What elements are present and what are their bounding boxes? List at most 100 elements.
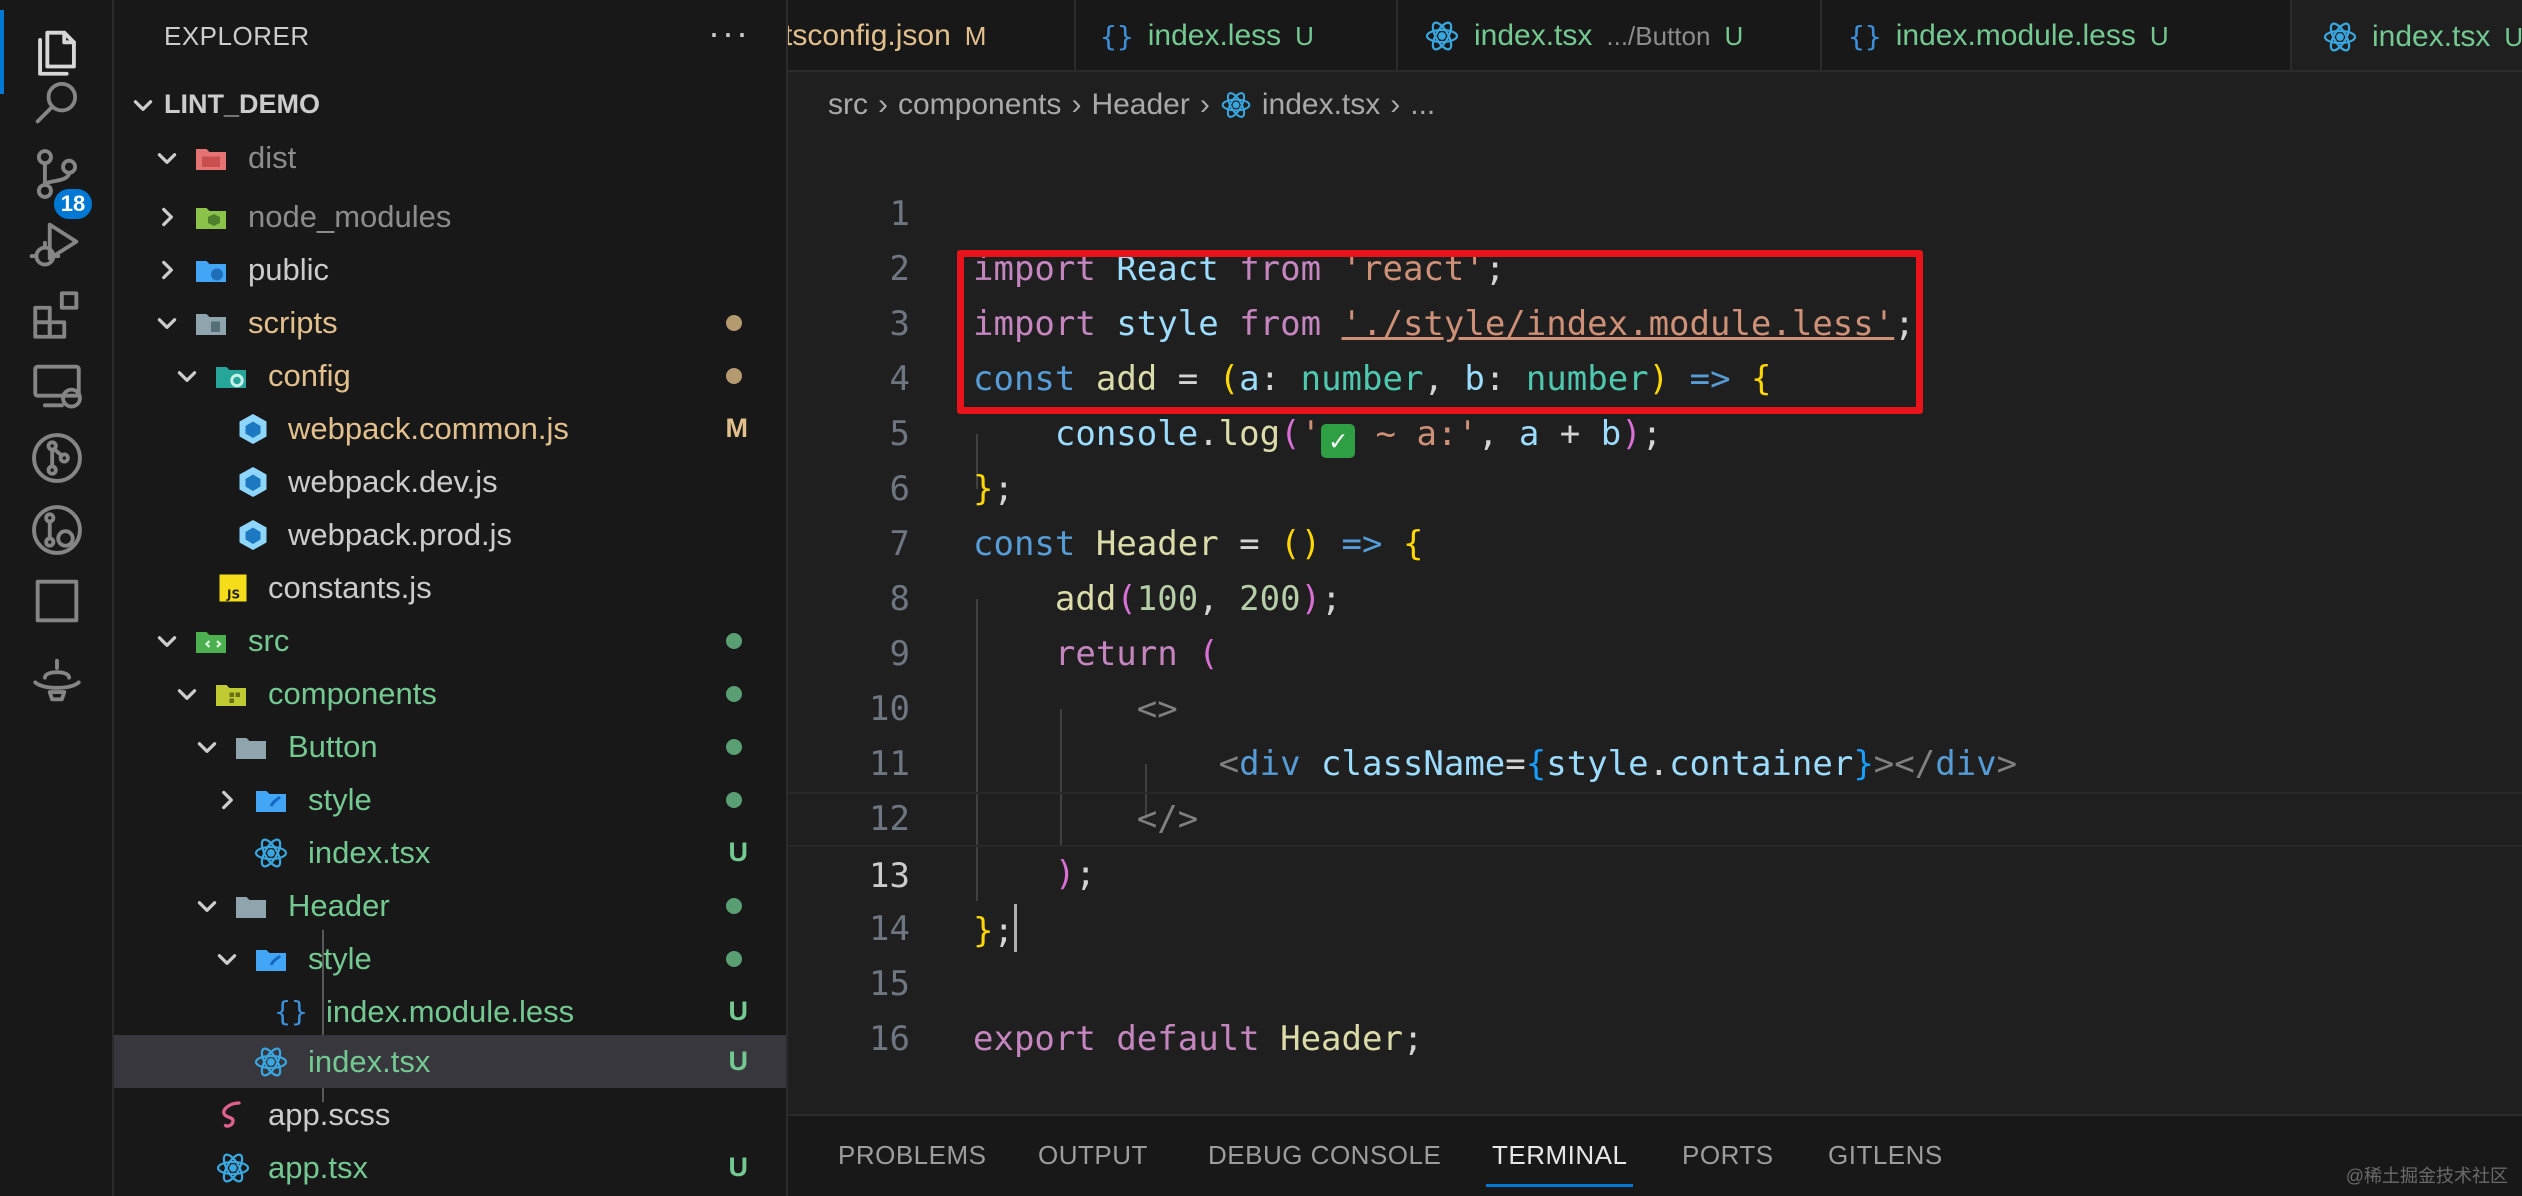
tree-item-button-style[interactable]: style <box>114 773 786 826</box>
tab-index-less[interactable]: {} index.less U <box>1076 0 1398 70</box>
breadcrumb-item[interactable]: index.tsx <box>1262 88 1380 122</box>
tree-item-webpack-common[interactable]: webpack.common.js M <box>114 402 786 455</box>
folder-style-icon <box>252 940 290 978</box>
tree-item-dist[interactable]: dist <box>114 131 786 184</box>
tab-label: index.module.less <box>1895 19 2136 52</box>
chevron-down-icon <box>172 679 202 709</box>
tab-label: index.less <box>1147 19 1282 52</box>
untracked-dot <box>726 632 742 649</box>
explorer-sidebar: EXPLORER ··· LINT_DEMO dist node_modules… <box>114 0 788 1196</box>
tree-item-index-module-less[interactable]: {} index.module.less U <box>114 985 786 1038</box>
tree-item-label: index.tsx <box>308 1043 431 1079</box>
chevron-down-icon <box>192 891 222 921</box>
chevron-right-icon <box>152 202 182 232</box>
breadcrumb-item[interactable]: ... <box>1410 88 1435 122</box>
folder-style-icon <box>252 781 290 819</box>
tree-item-header-index-tsx[interactable]: index.tsx U <box>114 1035 786 1088</box>
chevron-down-icon <box>128 90 158 120</box>
tab-path: .../Button <box>1606 20 1711 51</box>
webpack-file-icon <box>234 410 272 448</box>
webpack-file-icon <box>234 463 272 501</box>
tree-item-label: Header <box>288 887 390 923</box>
braces-icon: {} <box>1848 19 1882 53</box>
tab-tsconfig-json[interactable]: tsconfig.json M <box>788 0 1076 70</box>
explorer-header: EXPLORER ··· <box>114 0 786 72</box>
code-line: 10 <div className={style.container}></di… <box>788 627 2522 784</box>
sass-file-icon <box>214 1096 252 1134</box>
lamp-icon[interactable] <box>0 630 114 730</box>
untracked-dot <box>726 950 742 967</box>
chevron-down-icon <box>172 361 202 391</box>
folder-config-icon <box>212 357 250 395</box>
tab-ports[interactable]: PORTS <box>1682 1140 1774 1171</box>
folder-dist-icon <box>192 139 230 177</box>
tree-item-node-modules[interactable]: node_modules <box>114 190 786 243</box>
react-file-icon <box>252 1043 290 1081</box>
git-status-untracked: U <box>728 996 749 1026</box>
tree-item-header-style[interactable]: style <box>114 932 786 985</box>
tab-debug-console[interactable]: DEBUG CONSOLE <box>1208 1140 1441 1171</box>
javascript-file-icon: JS <box>214 569 252 607</box>
breadcrumb-item[interactable]: src <box>828 88 868 122</box>
git-status-untracked: U <box>728 837 749 867</box>
chevron-down-icon <box>152 143 182 173</box>
code-line: 12 ); <box>788 737 2522 894</box>
tree-item-label: webpack.dev.js <box>288 463 498 499</box>
svg-text:JS: JS <box>226 587 240 601</box>
line-number: 16 <box>869 1019 910 1059</box>
tab-status: U <box>1295 20 1314 51</box>
more-actions-icon[interactable]: ··· <box>708 12 750 54</box>
code-line: 11 </> <box>788 682 2522 839</box>
tree-item-label: app.scss <box>268 1096 391 1132</box>
tab-label: index.tsx <box>2372 20 2491 53</box>
modified-dot <box>726 314 742 331</box>
tree-item-label: scripts <box>248 304 338 340</box>
breadcrumb: src › components › Header › index.tsx › … <box>828 80 1435 130</box>
editor-group: tsconfig.json M {} index.less U index.ts… <box>788 0 2522 1196</box>
tab-problems[interactable]: PROBLEMS <box>838 1140 987 1171</box>
tab-status: U <box>2149 20 2169 51</box>
tree-item-constants[interactable]: JS constants.js <box>114 561 786 614</box>
code-line: 15 export default Header; <box>788 902 2522 1059</box>
react-file-icon <box>1220 89 1252 121</box>
chevron-right-icon: › <box>1199 88 1210 121</box>
tab-button-index-tsx[interactable]: index.tsx .../Button U <box>1398 0 1822 70</box>
tree-item-label: Button <box>288 728 378 764</box>
tab-terminal[interactable]: TERMINAL <box>1485 1140 1634 1187</box>
tree-item-button-index-tsx[interactable]: index.tsx U <box>114 826 786 879</box>
tree-item-src[interactable]: src <box>114 614 786 667</box>
git-status-untracked: U <box>728 1152 749 1182</box>
tree-item-config[interactable]: config <box>114 349 786 402</box>
folder-components-icon <box>212 675 250 713</box>
tree-item-label: components <box>268 675 437 711</box>
tab-index-module-less[interactable]: {} index.module.less U <box>1822 0 2292 70</box>
folder-icon <box>232 728 270 766</box>
tab-status: M <box>964 20 987 51</box>
tree-item-webpack-dev[interactable]: webpack.dev.js <box>114 455 786 508</box>
breadcrumb-item[interactable]: components <box>898 88 1061 122</box>
tab-gitlens[interactable]: GITLENS <box>1828 1140 1943 1171</box>
tree-item-components[interactable]: components <box>114 667 786 720</box>
react-file-icon <box>2322 19 2358 55</box>
project-root[interactable]: LINT_DEMO <box>114 78 786 131</box>
tree-item-header-folder[interactable]: Header <box>114 879 786 932</box>
code-line: 6 const Header = () => { <box>788 407 2522 564</box>
tree-item-scripts[interactable]: scripts <box>114 296 786 349</box>
breadcrumb-item[interactable]: Header <box>1091 88 1189 122</box>
tree-item-button-folder[interactable]: Button <box>114 720 786 773</box>
folder-node-icon <box>192 198 230 236</box>
tree-item-app-tsx[interactable]: app.tsx U <box>114 1141 786 1194</box>
modified-dot <box>726 367 742 384</box>
tree-item-public[interactable]: public <box>114 243 786 296</box>
tab-label: tsconfig.json <box>788 19 951 52</box>
react-file-icon <box>252 834 290 872</box>
tree-item-app-scss[interactable]: app.scss <box>114 1088 786 1141</box>
tree-item-label: app.tsx <box>268 1149 368 1185</box>
untracked-dot <box>726 897 742 914</box>
tab-header-index-tsx[interactable]: index.tsx U <box>2292 0 2522 70</box>
tree-item-webpack-prod[interactable]: webpack.prod.js <box>114 508 786 561</box>
code-line: 8 return ( <box>788 517 2522 674</box>
braces-icon: {} <box>274 995 308 1028</box>
folder-src-icon <box>192 622 230 660</box>
tab-output[interactable]: OUTPUT <box>1038 1140 1148 1171</box>
